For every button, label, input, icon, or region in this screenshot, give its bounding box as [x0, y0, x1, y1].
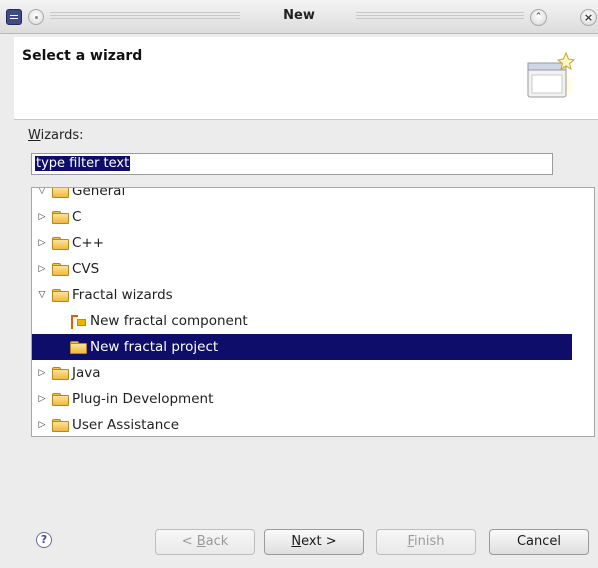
title-bar: New ⌃ ×	[0, 0, 598, 34]
shade-chevron-icon[interactable]: ⌃	[530, 9, 547, 26]
folder-icon	[52, 188, 69, 198]
tree-row-cvs[interactable]: ▷ CVS	[32, 256, 572, 282]
finish-button-rest: inish	[414, 534, 445, 549]
help-icon[interactable]: ?	[36, 532, 52, 548]
next-button[interactable]: Next >	[264, 529, 364, 555]
wizards-label-mnemonic: W	[28, 128, 41, 143]
tree-row-new-fractal-component[interactable]: New fractal component	[32, 308, 572, 334]
tree-row-label: Plug-in Development	[72, 391, 214, 407]
tree-row-user-assistance[interactable]: ▷ User Assistance	[32, 412, 572, 436]
collapsed-twisty-icon[interactable]: ▷	[32, 420, 52, 430]
tree-row-label: C	[72, 209, 82, 225]
tree-row-label: New fractal project	[90, 339, 219, 355]
tree-row-label: Fractal wizards	[72, 287, 173, 303]
sticky-pin-icon[interactable]	[28, 9, 44, 25]
tree-row-label: C++	[72, 235, 105, 251]
tree-row-label: User Assistance	[72, 417, 179, 433]
tree-row-fractal-wizards[interactable]: ▽ Fractal wizards	[32, 282, 572, 308]
tree-row-general[interactable]: ▽ General	[32, 187, 572, 204]
new-wizard-banner-icon	[527, 51, 576, 99]
tree-row-label: CVS	[72, 261, 100, 277]
back-button-prefix: <	[181, 534, 197, 549]
fractal-component-icon	[70, 314, 86, 329]
back-button[interactable]: < Back	[155, 529, 255, 555]
folder-icon	[52, 419, 69, 432]
wizard-tree[interactable]: ▽ General ▷ C ▷ C++ ▷ CVS ▽ Fractal wizards New fr…	[31, 187, 595, 437]
collapsed-twisty-icon[interactable]: ▷	[32, 212, 52, 222]
tree-row-java[interactable]: ▷ Java	[32, 360, 572, 386]
tree-row-label: General	[72, 187, 126, 199]
close-icon[interactable]: ×	[580, 9, 597, 26]
collapsed-twisty-icon[interactable]: ▷	[32, 264, 52, 274]
eclipse-app-icon[interactable]	[6, 9, 22, 25]
next-button-mnemonic: N	[291, 534, 302, 549]
expanded-twisty-icon[interactable]: ▽	[32, 188, 52, 196]
wizard-header: Select a wizard	[14, 37, 598, 120]
collapsed-twisty-icon[interactable]: ▷	[32, 238, 52, 248]
collapsed-twisty-icon[interactable]: ▷	[32, 368, 52, 378]
folder-icon	[52, 393, 69, 406]
window-title: New	[283, 8, 315, 23]
tree-row-label: New fractal component	[90, 313, 248, 329]
wizards-label: Wizards:	[28, 128, 84, 143]
filter-input[interactable]: type filter text	[31, 153, 553, 175]
folder-icon	[52, 263, 69, 276]
folder-icon	[70, 341, 87, 354]
back-button-mnemonic: B	[196, 534, 206, 549]
cancel-button[interactable]: Cancel	[489, 529, 589, 555]
tree-row-label: Java	[72, 365, 101, 381]
folder-icon	[52, 367, 69, 380]
tree-row-plug-in-development[interactable]: ▷ Plug-in Development	[32, 386, 572, 412]
title-grip-right	[356, 12, 524, 21]
wizards-label-rest: izards:	[40, 128, 84, 143]
filter-input-value: type filter text	[35, 156, 131, 171]
title-grip-left	[50, 12, 240, 21]
page-title: Select a wizard	[22, 48, 143, 64]
next-button-rest: ext >	[301, 534, 337, 549]
back-button-rest: ack	[205, 534, 229, 549]
finish-button[interactable]: Finish	[376, 529, 476, 555]
tree-row-c[interactable]: ▷ C	[32, 204, 572, 230]
collapsed-twisty-icon[interactable]: ▷	[32, 394, 52, 404]
tree-row-c-[interactable]: ▷ C++	[32, 230, 572, 256]
expanded-twisty-icon[interactable]: ▽	[32, 290, 52, 300]
folder-icon	[52, 237, 69, 250]
folder-icon	[52, 289, 69, 302]
tree-row-new-fractal-project[interactable]: New fractal project	[32, 334, 572, 360]
folder-icon	[52, 211, 69, 224]
